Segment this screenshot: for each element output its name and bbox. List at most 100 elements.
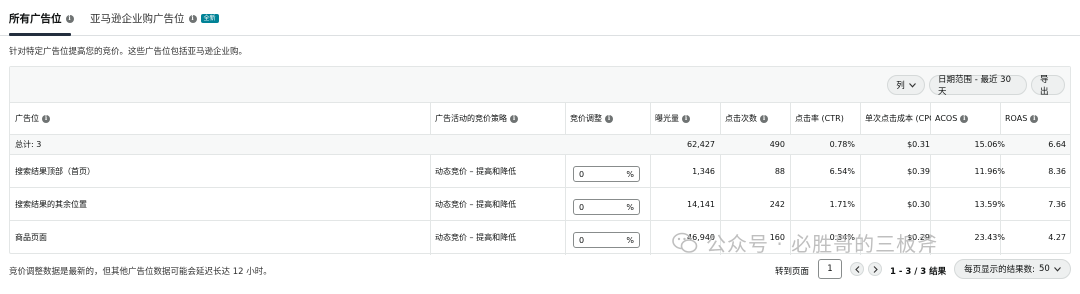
info-icon[interactable]: i (605, 114, 613, 123)
header-strategy-label: 广告活动的竞价策略 (435, 114, 507, 123)
header-adjustment[interactable]: 竞价调整 i (570, 103, 650, 134)
cpc-value: $0.39 (907, 166, 930, 176)
clicks-value: 242 (769, 199, 785, 209)
percent-unit: % (626, 202, 634, 212)
header-roas-label: ROAS (1005, 114, 1028, 123)
placement-name: 搜索结果的其余位置 (15, 199, 87, 209)
header-cpc-label: 单次点击成本 (CPC) (865, 114, 931, 123)
tab-bar: 所有广告位 i 亚马逊企业购广告位 i 全新 (0, 0, 1080, 36)
bid-adjustment-input[interactable]: 0% (573, 199, 640, 215)
watermark: 公众号 · 必胜哥的三板斧 (672, 228, 938, 257)
roas-value: 4.27 (1048, 232, 1066, 242)
header-ctr-label: 点击率 (CTR) (795, 114, 844, 123)
page-number-input[interactable]: 1 (818, 259, 842, 279)
bid-strategy: 动态竞价 – 提高和降低 (435, 199, 517, 209)
info-icon[interactable]: i (960, 114, 969, 123)
bid-adjustment-value: 0 (579, 235, 585, 245)
info-icon[interactable]: i (510, 114, 518, 123)
results-range: 1 - 3 / 3 结果 (890, 267, 947, 277)
bid-adjustment-value: 0 (579, 202, 585, 212)
active-tab-indicator (9, 33, 71, 36)
tab-all-placements[interactable]: 所有广告位 i (9, 11, 74, 26)
total-roas: 6.64 (1048, 140, 1066, 149)
acos-value: 11.96% (974, 166, 1005, 176)
info-icon[interactable]: i (760, 114, 768, 123)
new-badge: 全新 (200, 14, 219, 23)
total-row: 总计: 3 62,427 490 0.78% $0.31 15.06% 6.64 (10, 135, 1070, 155)
total-label: 总计: 3 (15, 140, 42, 149)
data-delay-note: 竞价调整数据是最新的，但其他广告位数据可能会延迟长达 12 小时。 (9, 267, 272, 277)
previous-page-button[interactable] (850, 262, 864, 276)
roas-value: 8.36 (1048, 166, 1066, 176)
table-header-row: 广告位 i 广告活动的竞价策略 i 竞价调整 i 曝光量 i 点击次数 i 点击率 (CT… (10, 103, 1070, 135)
header-strategy[interactable]: 广告活动的竞价策略 i (435, 103, 565, 134)
date-range-label: 日期范围 - 最近 30 天 (938, 75, 1011, 97)
date-range-button[interactable]: 日期范围 - 最近 30 天 (929, 75, 1027, 97)
acos-value: 13.59% (974, 199, 1005, 209)
info-icon[interactable]: i (42, 114, 50, 123)
bid-strategy: 动态竞价 – 提高和降低 (435, 166, 517, 176)
export-button[interactable]: 导出 (1031, 75, 1065, 97)
clicks-value: 88 (774, 166, 785, 176)
chevron-down-icon (1053, 266, 1061, 272)
info-icon[interactable]: i (1030, 114, 1039, 123)
header-placement-label: 广告位 (15, 114, 39, 123)
info-icon[interactable]: i (682, 114, 690, 123)
header-adjustment-label: 竞价调整 (570, 114, 602, 123)
page-description: 针对特定广告位提高您的竞价。这些广告位包括亚马逊企业购。 (9, 47, 248, 57)
header-roas[interactable]: ROAS i (1005, 103, 1070, 134)
results-per-page-select[interactable]: 每页显示的结果数: 50 (954, 259, 1071, 279)
placement-name: 商品页面 (15, 232, 47, 242)
acos-value: 23.43% (974, 232, 1005, 242)
per-page-value: 50 (1039, 264, 1050, 274)
table-row: 搜索结果的其余位置 动态竞价 – 提高和降低 0% 14,141 242 1.7… (10, 188, 1070, 221)
wechat-icon (672, 232, 698, 253)
header-ctr[interactable]: 点击率 (CTR) (795, 103, 865, 134)
header-impressions-label: 曝光量 (655, 114, 679, 123)
tab-amazon-business-label: 亚马逊企业购广告位 (90, 13, 185, 25)
bid-adjustment-input[interactable]: 0% (573, 232, 640, 248)
chevron-right-icon (873, 265, 878, 273)
header-acos[interactable]: ACOS i (935, 103, 1005, 134)
total-clicks: 490 (769, 140, 785, 149)
chevron-down-icon (908, 82, 916, 88)
ctr-value: 1.71% (829, 199, 855, 209)
next-page-button[interactable] (868, 262, 882, 276)
table-toolbar: 列 日期范围 - 最近 30 天 导出 (10, 67, 1070, 103)
header-clicks[interactable]: 点击次数 i (725, 103, 795, 134)
watermark-text: 公众号 · 必胜哥的三板斧 (706, 232, 939, 256)
tab-all-placements-label: 所有广告位 (9, 13, 62, 25)
total-acos: 15.06% (974, 140, 1005, 149)
per-page-label: 每页显示的结果数: (964, 265, 1036, 275)
percent-unit: % (626, 235, 634, 245)
bid-strategy: 动态竞价 – 提高和降低 (435, 232, 517, 242)
total-cpc: $0.31 (907, 140, 930, 149)
impressions-value: 1,346 (692, 166, 715, 176)
placement-name: 搜索结果顶部（首页） (15, 166, 95, 176)
total-ctr: 0.78% (829, 140, 855, 149)
placements-table-panel: 列 日期范围 - 最近 30 天 导出 广告位 i 广告活动的竞价策略 i 竞价调整… (9, 66, 1071, 255)
columns-button[interactable]: 列 (887, 75, 925, 95)
header-placement[interactable]: 广告位 i (15, 103, 425, 134)
bid-adjustment-value: 0 (579, 169, 585, 179)
cpc-value: $0.30 (907, 199, 930, 209)
chevron-left-icon (854, 265, 859, 273)
goto-page-label: 转到页面 (775, 267, 810, 277)
export-button-label: 导出 (1040, 75, 1049, 97)
header-impressions[interactable]: 曝光量 i (655, 103, 715, 134)
bid-adjustment-input[interactable]: 0% (573, 166, 640, 182)
info-icon[interactable]: i (65, 14, 74, 23)
roas-value: 7.36 (1048, 199, 1066, 209)
header-cpc[interactable]: 单次点击成本 (CPC) (865, 103, 931, 134)
info-icon[interactable]: i (188, 14, 197, 23)
ctr-value: 6.54% (829, 166, 855, 176)
header-clicks-label: 点击次数 (725, 114, 757, 123)
percent-unit: % (626, 169, 634, 179)
tab-amazon-business-placements[interactable]: 亚马逊企业购广告位 i 全新 (90, 11, 219, 26)
impressions-value: 14,141 (687, 199, 715, 209)
columns-button-label: 列 (896, 81, 905, 91)
table-row: 搜索结果顶部（首页） 动态竞价 – 提高和降低 0% 1,346 88 6.54… (10, 155, 1070, 188)
header-acos-label: ACOS (935, 114, 958, 123)
page-number-value: 1 (827, 264, 833, 274)
total-impressions: 62,427 (687, 140, 715, 149)
